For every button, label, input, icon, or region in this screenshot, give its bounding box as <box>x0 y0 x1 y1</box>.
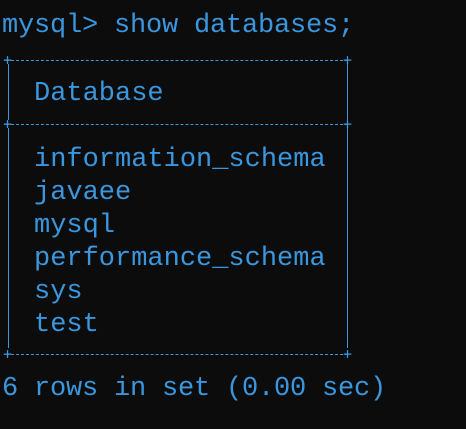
corner-plus: + <box>343 115 353 133</box>
corner-plus: + <box>3 51 13 69</box>
column-header: Database <box>34 79 164 109</box>
table-row: javaee <box>34 178 132 208</box>
corner-plus: + <box>343 345 353 363</box>
terminal-window[interactable]: mysql> show databases; + + Database + + … <box>0 0 466 429</box>
table-top-border <box>6 60 348 61</box>
corner-plus: + <box>343 51 353 69</box>
command-line: mysql> show databases; <box>2 11 355 41</box>
corner-plus: + <box>3 115 13 133</box>
table-row: sys <box>34 277 83 307</box>
table-row: mysql <box>34 211 116 241</box>
result-summary: 6 rows in set (0.00 sec) <box>2 374 387 404</box>
table-row: information_schema <box>34 145 326 175</box>
table-header-border <box>6 124 348 125</box>
table-bottom-border <box>6 354 348 355</box>
table-row: performance_schema <box>34 244 326 274</box>
table-row: test <box>34 310 99 340</box>
corner-plus: + <box>3 345 13 363</box>
